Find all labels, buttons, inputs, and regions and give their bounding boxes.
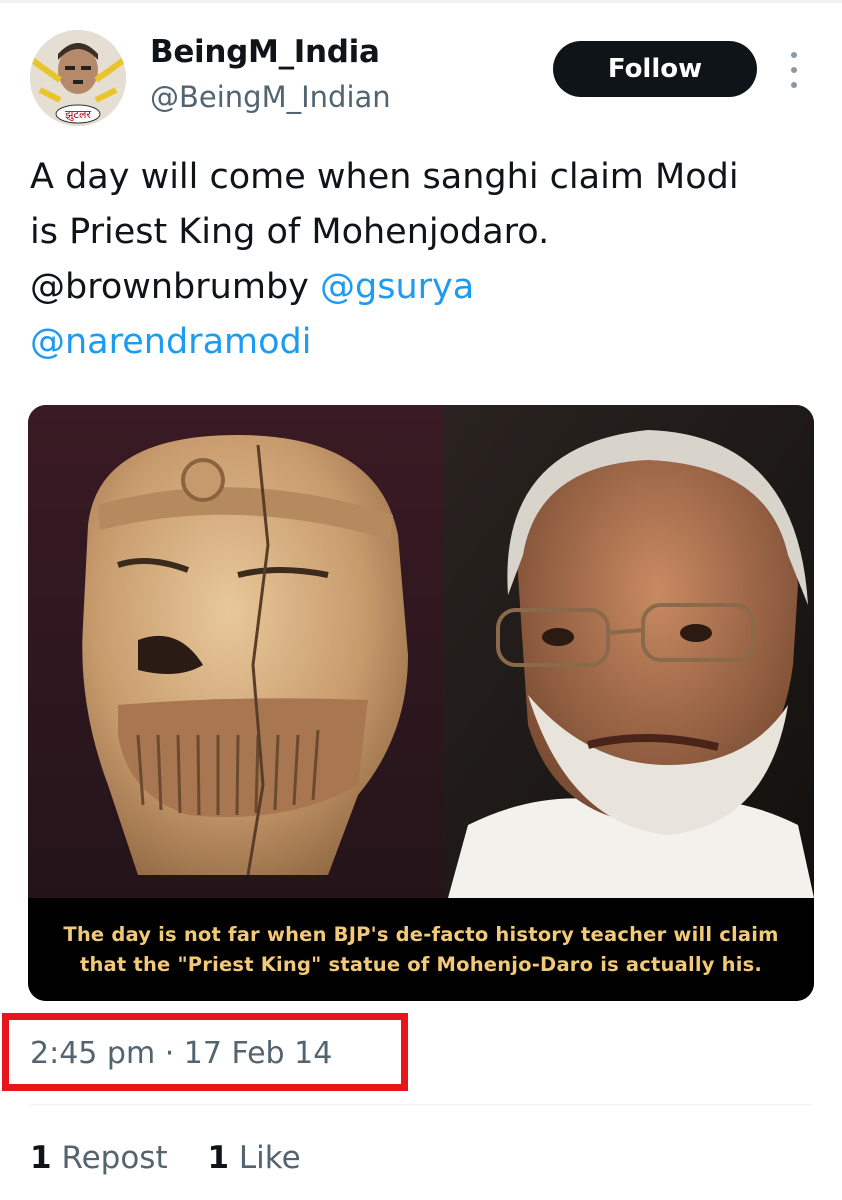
tweet-line-3: @brownbrumby @gsurya xyxy=(30,260,820,315)
like-count: 1 xyxy=(207,1140,230,1176)
media-caption-line-1: The day is not far when BJP's de-facto h… xyxy=(63,922,779,946)
mention-gsurya[interactable]: @gsurya xyxy=(320,267,474,307)
mention-brownbrumby[interactable]: @brownbrumby xyxy=(30,267,309,307)
stats-divider xyxy=(30,1104,812,1105)
repost-count: 1 xyxy=(30,1140,52,1176)
media-caption-line-2: that the "Priest King" statue of Mohenjo… xyxy=(79,952,763,976)
more-dot xyxy=(791,52,797,58)
tweet-line-1: A day will come when sanghi claim Modi xyxy=(30,157,739,197)
mention-narendramodi[interactable]: @narendramodi xyxy=(30,322,311,362)
avatar[interactable]: झुटलर xyxy=(30,30,126,126)
avatar-image: झुटलर xyxy=(30,30,126,126)
top-divider xyxy=(0,0,842,3)
author-handle[interactable]: @BeingM_Indian xyxy=(150,80,391,114)
tweet-line-4: @narendramodi xyxy=(30,315,820,370)
tweet-media[interactable]: The day is not far when BJP's de-facto h… xyxy=(28,405,814,1001)
more-dot xyxy=(791,67,797,73)
more-dot xyxy=(791,82,797,88)
like-stat[interactable]: 1 Like xyxy=(207,1140,300,1176)
media-caption: The day is not far when BJP's de-facto h… xyxy=(28,898,814,1001)
follow-button[interactable]: Follow xyxy=(553,41,757,97)
tweet-stats: 1 Repost 1 Like xyxy=(30,1140,301,1176)
svg-text:झुटलर: झुटलर xyxy=(65,108,91,121)
tweet-line-2: is Priest King of Mohenjodaro. xyxy=(30,212,550,252)
like-label: Like xyxy=(238,1140,301,1176)
tweet-timestamp[interactable]: 2:45 pm · 17 Feb 14 xyxy=(30,1036,332,1071)
media-image xyxy=(28,405,814,898)
author-display-name[interactable]: BeingM_India xyxy=(150,34,380,70)
more-options-icon[interactable] xyxy=(784,52,804,88)
repost-stat[interactable]: 1 Repost xyxy=(30,1140,168,1176)
tweet-text: A day will come when sanghi claim Modi i… xyxy=(30,150,820,370)
repost-label: Repost xyxy=(61,1140,168,1176)
